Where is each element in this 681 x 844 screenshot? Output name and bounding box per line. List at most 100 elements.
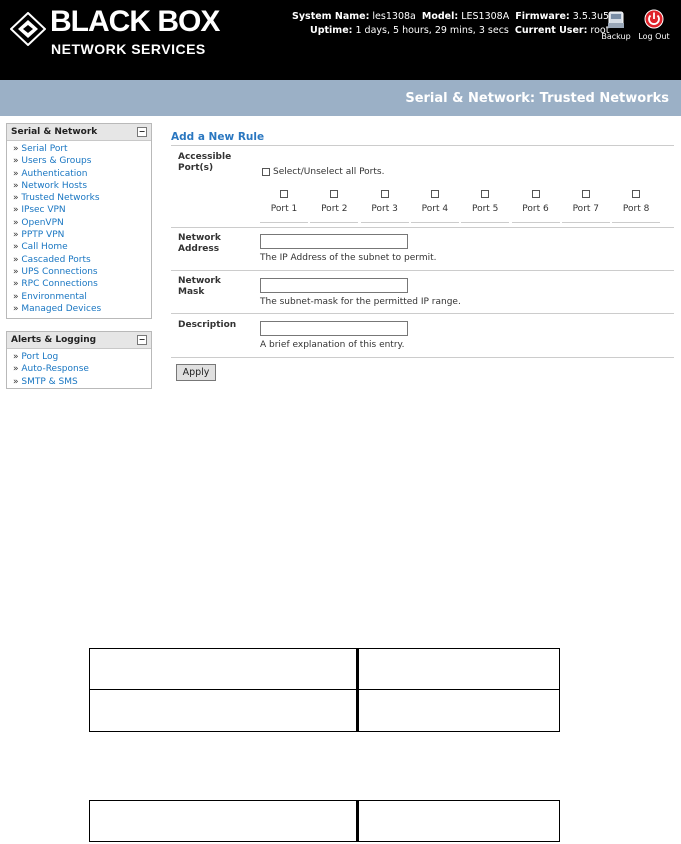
- sidebar-item[interactable]: » Serial Port: [13, 143, 151, 155]
- divider: [171, 145, 674, 146]
- apply-button[interactable]: Apply: [176, 364, 216, 381]
- network-address-input[interactable]: [260, 234, 408, 249]
- page-title-bar: Serial & Network: Trusted Networks: [0, 80, 681, 116]
- uptime-label: Uptime:: [310, 25, 353, 36]
- select-all-checkbox[interactable]: [262, 167, 270, 176]
- port-underline: [561, 222, 610, 223]
- power-icon: [644, 9, 664, 29]
- port-checkbox[interactable]: [481, 190, 490, 198]
- sidebar-item[interactable]: » Managed Devices: [13, 303, 151, 315]
- sidebar-item-label: OpenVPN: [21, 217, 64, 228]
- network-address-label: Network Address: [178, 233, 221, 255]
- table-rule: [90, 689, 559, 690]
- chevron-right-icon: »: [13, 144, 19, 154]
- sidebar-item-label: RPC Connections: [21, 279, 98, 290]
- sidebar-item-label: Auto-Response: [21, 364, 89, 375]
- sidebar-item[interactable]: » RPC Connections: [13, 278, 151, 290]
- system-name-value: les1308a: [372, 11, 416, 22]
- port-underline: [410, 222, 459, 223]
- empty-table: [89, 648, 560, 732]
- sidebar-item-label: Cascaded Ports: [21, 254, 91, 265]
- sidebar-item-label: Network Hosts: [21, 180, 88, 191]
- port-option[interactable]: Port 3: [360, 190, 409, 223]
- sidebar-item-label: PPTP VPN: [21, 230, 65, 241]
- network-mask-input[interactable]: [260, 278, 408, 293]
- brand-name: BLACK BOX: [50, 5, 220, 38]
- chevron-right-icon: »: [13, 291, 19, 302]
- chevron-right-icon: »: [13, 230, 19, 241]
- chevron-right-icon: »: [13, 242, 19, 253]
- port-checkbox[interactable]: [581, 190, 590, 198]
- port-checkbox[interactable]: [531, 190, 540, 198]
- port-underline: [260, 222, 308, 223]
- sidebar-item[interactable]: » SMTP & SMS: [13, 376, 151, 388]
- select-all-ports[interactable]: Select/Unselect all Ports.: [262, 167, 384, 177]
- sidebar-item[interactable]: » Cascaded Ports: [13, 254, 151, 266]
- sidebar-section-header[interactable]: Alerts & Logging −: [7, 332, 151, 349]
- sidebar-item[interactable]: » UPS Connections: [13, 266, 151, 278]
- sidebar-item[interactable]: » Users & Groups: [13, 155, 151, 167]
- port-checkbox[interactable]: [330, 190, 339, 198]
- port-label: Port 5: [471, 204, 499, 214]
- chevron-right-icon: »: [13, 156, 19, 167]
- port-checkbox[interactable]: [380, 190, 389, 198]
- model-value: LES1308A: [461, 11, 510, 22]
- header: BLACK BOX NETWORK SERVICES System Name: …: [0, 0, 681, 80]
- port-label: Port 2: [321, 204, 348, 214]
- logout-label: Log Out: [638, 32, 670, 41]
- sidebar-item-label: Trusted Networks: [21, 193, 100, 204]
- port-underline: [612, 222, 661, 223]
- chevron-right-icon: »: [13, 352, 19, 362]
- port-checkbox[interactable]: [280, 190, 288, 198]
- sidebar-list: » Serial Port» Users & Groups» Authentic…: [7, 141, 151, 318]
- current-user-label: Current User:: [514, 25, 588, 36]
- network-address-hint: The IP Address of the subnet to permit.: [260, 253, 437, 263]
- port-checkbox[interactable]: [632, 190, 641, 198]
- model-label: Model:: [421, 11, 459, 22]
- sidebar-item[interactable]: » IPsec VPN: [13, 204, 151, 216]
- sidebar-item[interactable]: » Auto-Response: [13, 363, 151, 375]
- sidebar-item-label: Authentication: [21, 168, 88, 179]
- sidebar-item[interactable]: » OpenVPN: [13, 217, 151, 229]
- select-all-label: Select/Unselect all Ports.: [273, 167, 385, 177]
- port-underline: [310, 222, 359, 223]
- port-label: Port 1: [270, 204, 298, 214]
- port-option[interactable]: Port 2: [310, 190, 359, 223]
- table-rule: [357, 649, 359, 731]
- sidebar-item[interactable]: » Network Hosts: [13, 180, 151, 192]
- sidebar-item[interactable]: » Environmental: [13, 291, 151, 303]
- logout-button[interactable]: Log Out: [634, 8, 674, 41]
- label-line: Port(s): [178, 163, 214, 173]
- port-option[interactable]: Port 4: [410, 190, 459, 223]
- sidebar-item-label: Environmental: [21, 291, 87, 302]
- port-option[interactable]: Port 5: [461, 190, 510, 223]
- table-rule: [356, 801, 359, 841]
- sidebar-item[interactable]: » Trusted Networks: [13, 192, 151, 204]
- backup-icon: [608, 11, 624, 28]
- sidebar-item[interactable]: » Authentication: [13, 168, 151, 180]
- sidebar-item[interactable]: » Call Home: [13, 241, 151, 253]
- port-underline: [511, 222, 560, 223]
- page-title: Serial & Network: Trusted Networks: [405, 91, 669, 106]
- sidebar-item-label: Users & Groups: [21, 156, 92, 167]
- accessible-ports-label: Accessible Port(s): [178, 152, 231, 174]
- port-label: Port 7: [572, 204, 600, 214]
- chevron-right-icon: »: [13, 364, 19, 375]
- sidebar-item[interactable]: » PPTP VPN: [13, 229, 151, 241]
- collapse-icon[interactable]: −: [137, 335, 147, 345]
- form-title: Add a New Rule: [171, 131, 265, 143]
- chevron-right-icon: »: [13, 254, 19, 265]
- port-checkbox[interactable]: [430, 190, 439, 198]
- sidebar-section-header[interactable]: Serial & Network −: [7, 124, 151, 141]
- port-label: Port 6: [522, 204, 549, 214]
- port-underline: [360, 222, 409, 223]
- sidebar-item[interactable]: » Port Log: [13, 351, 151, 363]
- port-option[interactable]: Port 8: [612, 190, 661, 223]
- description-input[interactable]: [260, 321, 408, 336]
- backup-button[interactable]: Backup: [596, 8, 636, 41]
- collapse-icon[interactable]: −: [137, 127, 147, 137]
- port-option[interactable]: Port 7: [561, 190, 610, 223]
- chevron-right-icon: »: [13, 205, 19, 216]
- port-option[interactable]: Port 1: [260, 190, 308, 223]
- port-option[interactable]: Port 6: [511, 190, 560, 223]
